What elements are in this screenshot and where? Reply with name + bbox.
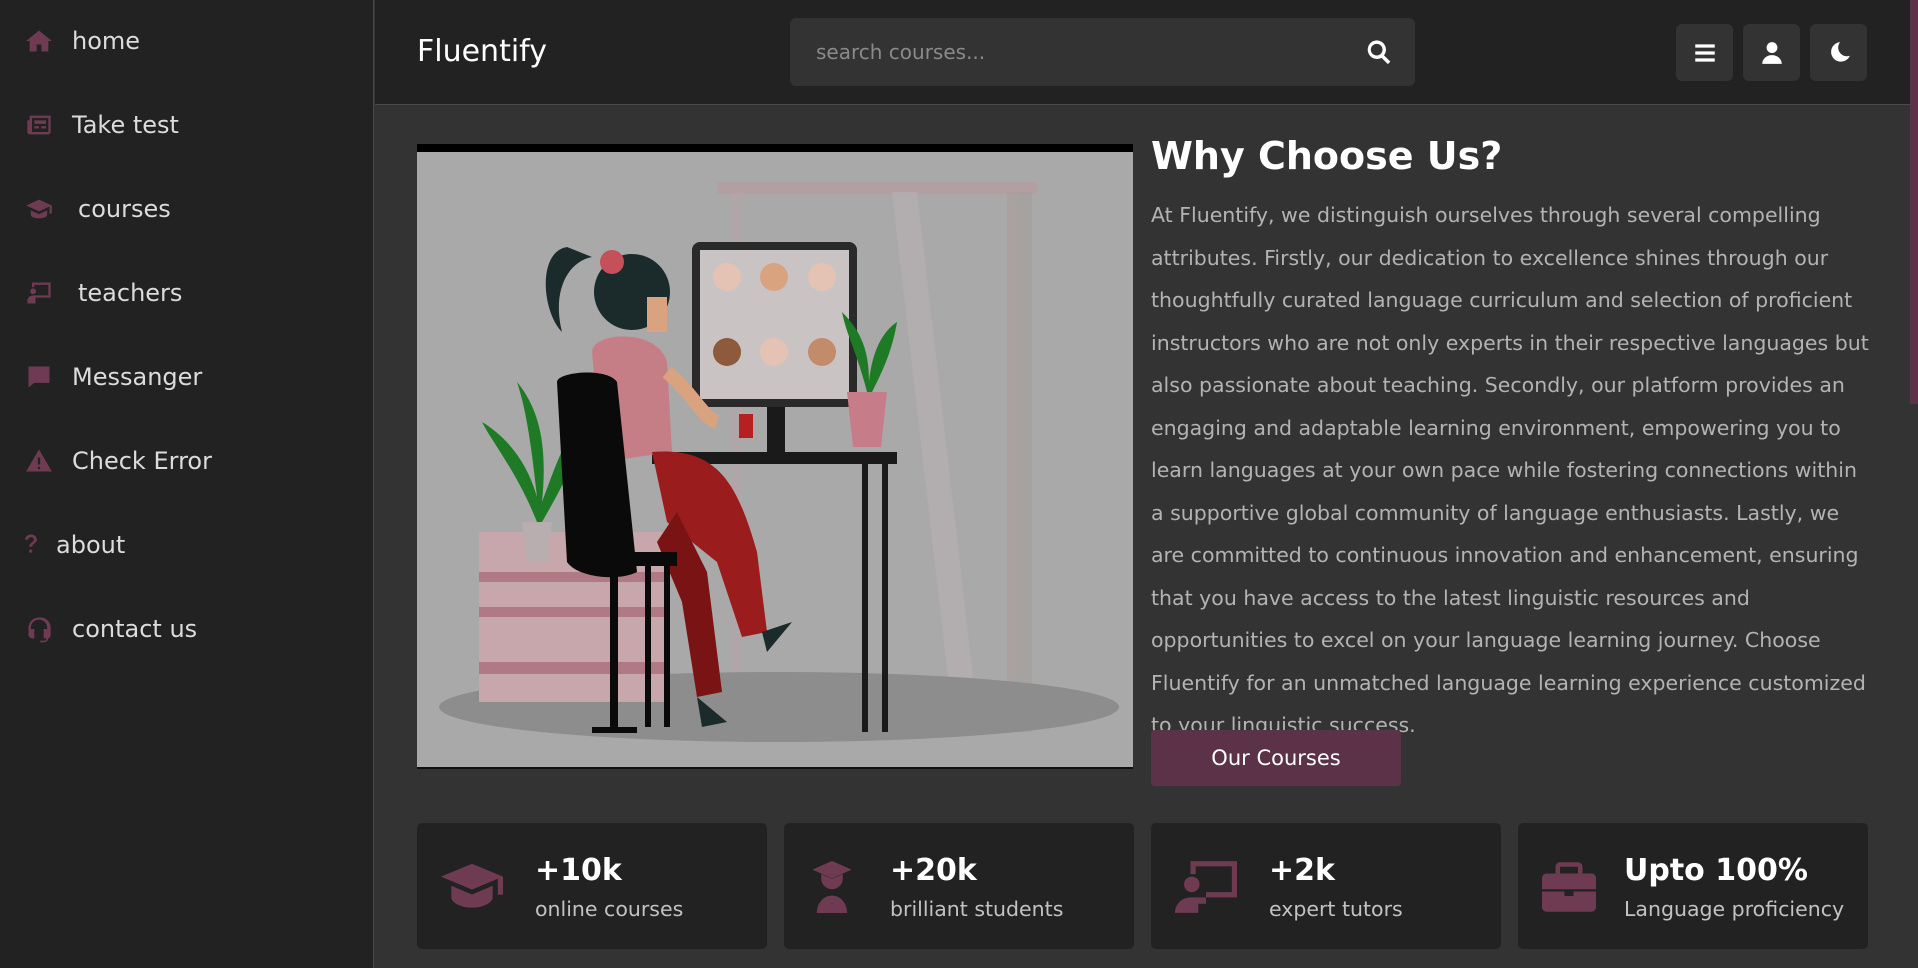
newspaper-icon xyxy=(24,110,54,140)
headset-icon xyxy=(24,614,54,644)
sidebar-item-contact-us[interactable]: contact us xyxy=(24,609,197,649)
theme-toggle-button[interactable] xyxy=(1810,24,1867,81)
stat-card-online-courses: +10k online courses xyxy=(417,823,767,949)
menu-button[interactable] xyxy=(1676,24,1733,81)
section-title: Why Choose Us? xyxy=(1151,134,1503,178)
stat-label: expert tutors xyxy=(1269,897,1403,921)
sidebar-item-courses[interactable]: courses xyxy=(24,189,171,229)
online-learning-illustration xyxy=(417,144,1133,769)
top-header: Fluentify xyxy=(375,0,1918,105)
stat-value: Upto 100% xyxy=(1624,853,1808,888)
stat-card-tutors: +2k expert tutors xyxy=(1151,823,1501,949)
scrollbar-thumb[interactable] xyxy=(1910,0,1918,404)
sidebar-item-label: about xyxy=(56,531,126,559)
stat-label: online courses xyxy=(535,897,684,921)
sidebar-item-label: Check Error xyxy=(72,447,212,475)
stat-value: +10k xyxy=(535,853,622,888)
search-button[interactable] xyxy=(1365,38,1393,66)
sidebar-item-about[interactable]: about xyxy=(24,525,125,565)
user-icon xyxy=(1761,41,1782,64)
message-icon xyxy=(24,362,54,392)
stat-card-proficiency: Upto 100% Language proficiency xyxy=(1518,823,1868,949)
stat-label: Language proficiency xyxy=(1624,897,1845,921)
graduation-cap-icon xyxy=(441,861,503,913)
sidebar-item-home[interactable]: home xyxy=(24,21,140,61)
warning-icon xyxy=(24,446,54,476)
sidebar-item-teachers[interactable]: teachers xyxy=(24,273,182,313)
sidebar-item-label: home xyxy=(72,27,141,55)
search-icon xyxy=(1367,40,1391,65)
moon-icon xyxy=(1830,41,1850,62)
briefcase-icon xyxy=(1542,861,1596,913)
stat-value: +2k xyxy=(1269,853,1335,888)
stat-card-students: +20k brilliant students xyxy=(784,823,1134,949)
chalkboard-teacher-icon xyxy=(24,278,54,308)
user-graduate-icon xyxy=(808,861,856,913)
sidebar-item-take-test[interactable]: Take test xyxy=(24,105,179,145)
user-button[interactable] xyxy=(1743,24,1800,81)
stat-value: +20k xyxy=(890,853,977,888)
sidebar: home Take test courses teachers Messange… xyxy=(0,0,374,968)
question-icon xyxy=(24,530,38,560)
sidebar-item-label: contact us xyxy=(72,615,198,643)
sidebar-item-label: Take test xyxy=(72,111,179,139)
sidebar-item-label: courses xyxy=(78,195,171,223)
search-bar xyxy=(790,18,1415,86)
stat-label: brilliant students xyxy=(890,897,1064,921)
chalkboard-teacher-icon xyxy=(1175,861,1237,913)
search-input[interactable] xyxy=(816,38,1336,66)
sidebar-item-label: Messanger xyxy=(72,363,203,391)
brand-logo-text[interactable]: Fluentify xyxy=(417,34,547,69)
sidebar-item-messanger[interactable]: Messanger xyxy=(24,357,202,397)
section-description: At Fluentify, we distinguish ourselves t… xyxy=(1151,203,1869,737)
sidebar-item-label: teachers xyxy=(78,279,183,307)
our-courses-button[interactable]: Our Courses xyxy=(1151,730,1401,786)
graduation-cap-icon xyxy=(24,194,54,224)
menu-icon xyxy=(1694,43,1715,62)
sidebar-item-check-error[interactable]: Check Error xyxy=(24,441,212,481)
home-icon xyxy=(24,26,54,56)
